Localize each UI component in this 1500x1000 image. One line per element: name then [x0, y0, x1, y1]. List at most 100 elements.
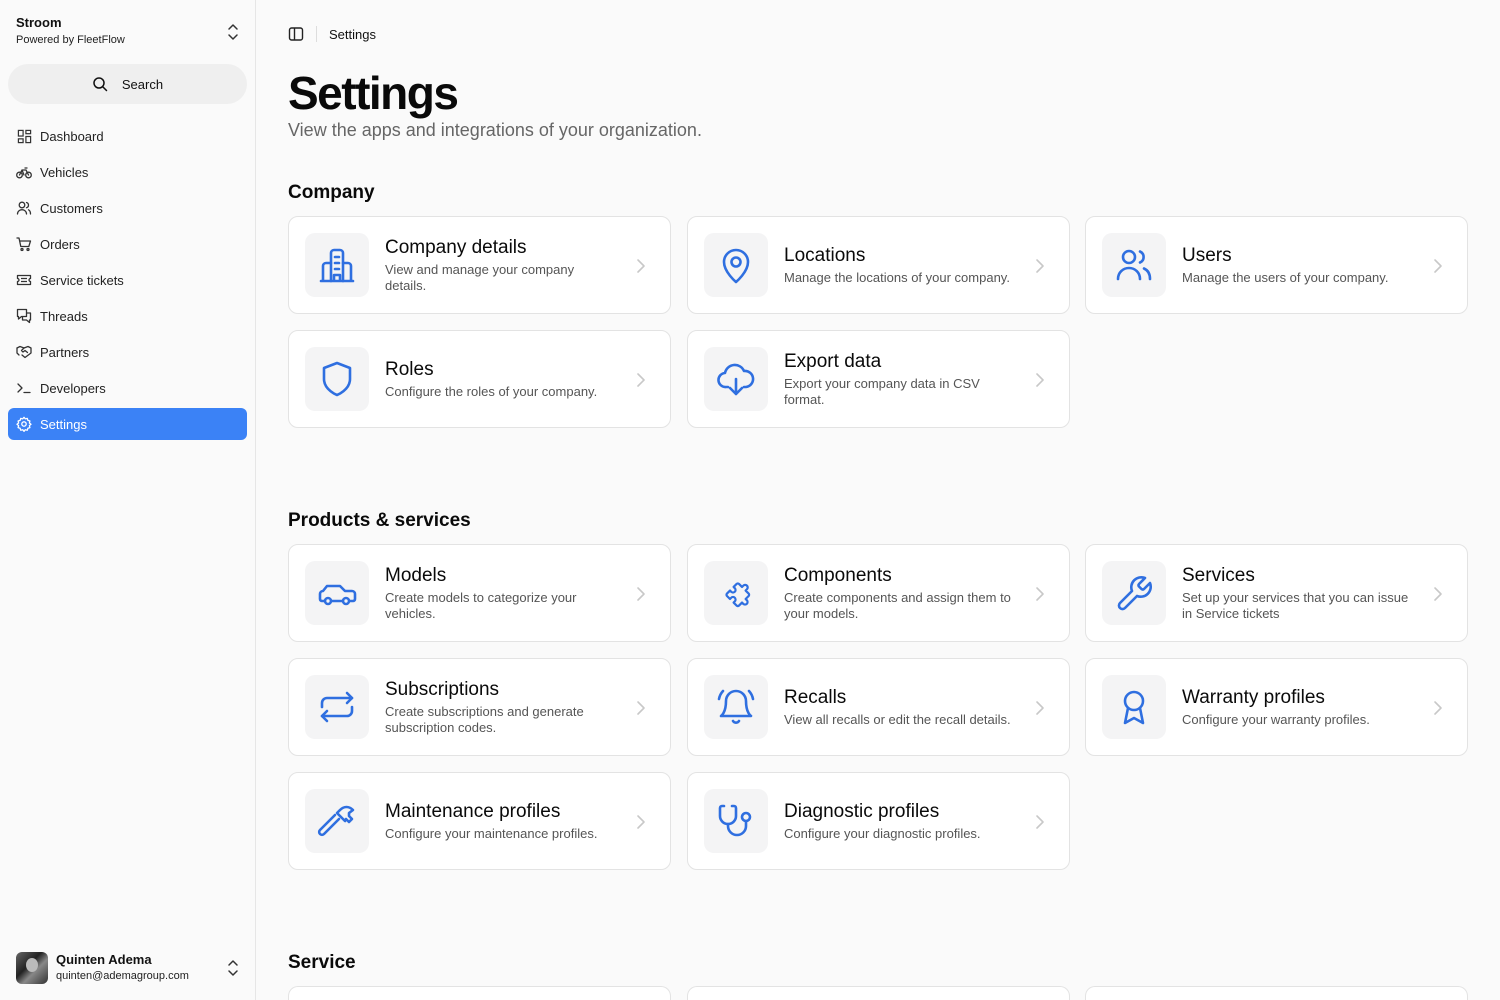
sidebar-item-dashboard[interactable]: Dashboard	[8, 120, 247, 152]
chevron-right-icon	[1036, 587, 1044, 601]
chevron-right-icon	[1036, 701, 1044, 715]
map-pin-icon	[704, 233, 768, 297]
sidebar-item-label: Service tickets	[40, 272, 124, 288]
section-title-products-services: Products & services	[288, 510, 471, 531]
card-description: Set up your services that you can issue …	[1182, 590, 1409, 621]
avatar	[16, 952, 48, 984]
settings-card-export-data[interactable]: Export data Export your company data in C…	[687, 330, 1070, 428]
card-title: Maintenance profiles	[385, 801, 561, 822]
sidebar-toggle-icon[interactable]	[288, 26, 304, 42]
card-title: Roles	[385, 359, 434, 380]
chevron-right-icon	[637, 701, 645, 715]
sidebar-item-vehicles[interactable]: Vehicles	[8, 156, 247, 188]
settings-card-recalls[interactable]: Recalls View all recalls or edit the reca…	[687, 658, 1070, 756]
page-title: Settings	[288, 67, 459, 119]
card-title: Export data	[784, 351, 882, 372]
card-title: Company details	[385, 237, 527, 258]
sidebar-item-orders[interactable]: Orders	[8, 228, 247, 260]
user-menu[interactable]: Quinten Adema quinten@ademagroup.com	[8, 944, 248, 992]
card-description: Configure your warranty profiles.	[1182, 712, 1370, 727]
settings-card-diagnostic-profiles[interactable]: Diagnostic profiles Configure your diagno…	[687, 772, 1070, 870]
card-title: Warranty profiles	[1182, 687, 1325, 708]
sidebar-item-label: Dashboard	[40, 128, 104, 144]
user-name: Quinten Adema	[56, 952, 152, 967]
car-icon	[305, 561, 369, 625]
settings-card-users[interactable]: Users Manage the users of your company.	[1085, 216, 1468, 314]
bike-icon	[16, 164, 32, 180]
sidebar-item-label: Settings	[40, 416, 87, 432]
users-icon	[16, 200, 32, 216]
card-description: Create components and assign them to you…	[784, 590, 1011, 621]
settings-card-components[interactable]: Components Create components and assign t…	[687, 544, 1070, 642]
breadcrumb: Settings	[288, 24, 376, 44]
card-title: Diagnostic profiles	[784, 801, 940, 822]
breadcrumb-current: Settings	[329, 26, 376, 42]
chevrons-up-down-icon	[228, 24, 238, 40]
chevron-right-icon	[1434, 259, 1442, 273]
card-description: Export your company data in CSV format.	[784, 376, 980, 407]
card-description: Configure your maintenance profiles.	[385, 826, 598, 841]
org-switcher[interactable]: Stroom Powered by FleetFlow	[8, 8, 248, 56]
settings-card-partial[interactable]	[687, 986, 1070, 1000]
sidebar-item-label: Orders	[40, 236, 80, 252]
search-button[interactable]: Search	[8, 64, 247, 104]
settings-card-locations[interactable]: Locations Manage the locations of your co…	[687, 216, 1070, 314]
cart-icon	[16, 236, 32, 252]
chevron-right-icon	[1434, 701, 1442, 715]
settings-card-company-details[interactable]: Company details View and manage your comp…	[288, 216, 671, 314]
card-title: Subscriptions	[385, 679, 500, 700]
chevron-right-icon	[1036, 815, 1044, 829]
card-description: Manage the users of your company.	[1182, 270, 1389, 285]
dashboard-icon	[16, 128, 32, 144]
sidebar-item-threads[interactable]: Threads	[8, 300, 247, 332]
chevron-right-icon	[637, 815, 645, 829]
sidebar-item-developers[interactable]: Developers	[8, 372, 247, 404]
settings-card-maintenance-profiles[interactable]: Maintenance profiles Configure your maint…	[288, 772, 671, 870]
chevron-right-icon	[637, 259, 645, 273]
sidebar-item-service-tickets[interactable]: Service tickets	[8, 264, 247, 296]
card-description: Configure your diagnostic profiles.	[784, 826, 981, 841]
sidebar: Stroom Powered by FleetFlow Search Dashb…	[0, 0, 256, 1000]
bell-icon	[704, 675, 768, 739]
settings-card-roles[interactable]: Roles Configure the roles of your company…	[288, 330, 671, 428]
messages-icon	[16, 308, 32, 324]
settings-card-warranty-profiles[interactable]: Warranty profiles Configure your warranty…	[1085, 658, 1468, 756]
chevron-right-icon	[637, 373, 645, 387]
org-name: Stroom	[16, 15, 62, 30]
card-description: Configure the roles of your company.	[385, 384, 598, 399]
card-title: Services	[1182, 565, 1255, 586]
search-icon	[93, 77, 108, 92]
building-icon	[305, 233, 369, 297]
settings-card-models[interactable]: Models Create models to categorize your v…	[288, 544, 671, 642]
card-description: Create models to categorize your vehicle…	[385, 590, 577, 621]
sidebar-nav: Dashboard Vehicles Customers Orders Serv…	[8, 120, 247, 444]
ticket-icon	[16, 272, 32, 288]
card-title: Users	[1182, 245, 1232, 266]
sidebar-item-partners[interactable]: Partners	[8, 336, 247, 368]
card-title: Recalls	[784, 687, 847, 708]
puzzle-icon	[704, 561, 768, 625]
card-title: Components	[784, 565, 892, 586]
settings-card-subscriptions[interactable]: Subscriptions Create subscriptions and ge…	[288, 658, 671, 756]
card-description: Create subscriptions and generate subscr…	[385, 704, 584, 735]
org-subtitle: Powered by FleetFlow	[16, 34, 125, 46]
users-icon	[1102, 233, 1166, 297]
chevron-right-icon	[1036, 259, 1044, 273]
settings-card-services[interactable]: Services Set up your services that you ca…	[1085, 544, 1468, 642]
sidebar-item-settings[interactable]: Settings	[8, 408, 247, 440]
page-subtitle: View the apps and integrations of your o…	[288, 120, 702, 140]
award-icon	[1102, 675, 1166, 739]
terminal-icon	[16, 380, 32, 396]
shield-icon	[305, 347, 369, 411]
sidebar-item-label: Customers	[40, 200, 103, 216]
sidebar-item-customers[interactable]: Customers	[8, 192, 247, 224]
settings-card-partial[interactable]	[288, 986, 671, 1000]
card-description: View all recalls or edit the recall deta…	[784, 712, 1011, 727]
wrench-icon	[1102, 561, 1166, 625]
card-title: Models	[385, 565, 447, 586]
settings-card-partial[interactable]	[1085, 986, 1468, 1000]
sidebar-item-label: Threads	[40, 308, 88, 324]
card-description: View and manage your company details.	[385, 262, 575, 293]
user-email: quinten@ademagroup.com	[56, 970, 189, 982]
stethoscope-icon	[704, 789, 768, 853]
